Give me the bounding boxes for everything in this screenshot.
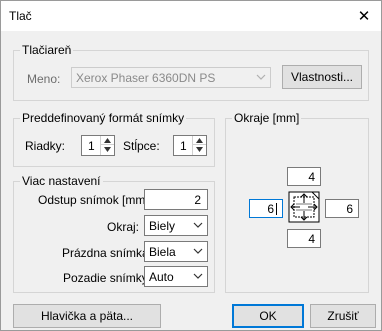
rows-spinbox[interactable]: 1	[81, 135, 115, 156]
spin-down-icon[interactable]	[101, 145, 114, 154]
rows-value: 1	[88, 139, 95, 153]
cols-spinbox[interactable]: 1	[173, 135, 207, 156]
empty-frame-combo[interactable]: Biela	[144, 241, 208, 262]
frame-background-label: Pozadie snímky:	[63, 271, 152, 285]
header-footer-button[interactable]: Hlavička a päta...	[13, 304, 161, 328]
printer-group-label: Tlačiareň	[20, 43, 74, 57]
cols-value: 1	[180, 139, 187, 153]
empty-frame-label: Prázdna snímka:	[62, 246, 153, 260]
margin-right-value: 6	[346, 202, 353, 216]
margin-right-input[interactable]: 6	[325, 199, 359, 218]
spin-up-icon[interactable]	[101, 136, 114, 145]
margin-left-input[interactable]: 6	[249, 199, 283, 218]
print-dialog: Tlač ✕ Tlačiareň Meno: Xerox Phaser 6360…	[0, 0, 382, 331]
margin-top-input[interactable]: 4	[287, 167, 321, 186]
cancel-button[interactable]: Zrušiť	[310, 304, 376, 328]
properties-button[interactable]: Vlastnosti...	[282, 65, 362, 89]
text-caret	[276, 203, 277, 215]
margin-bottom-value: 4	[308, 232, 315, 246]
margins-group-label: Okraje [mm]	[232, 111, 302, 125]
ok-button[interactable]: OK	[232, 304, 304, 328]
margin-left-value: 6	[267, 202, 274, 216]
frame-background-combo[interactable]: Auto	[144, 266, 208, 287]
cols-label: Stĺpce:	[123, 139, 160, 153]
spacing-value: 2	[194, 193, 201, 207]
page-margins-preview-icon	[288, 191, 320, 223]
spin-down-icon[interactable]	[193, 145, 206, 154]
predefined-format-group-label: Preddefinovaný formát snímky	[20, 111, 187, 125]
chevron-down-icon	[193, 273, 203, 279]
spacing-input[interactable]: 2	[144, 189, 208, 210]
printer-name-combo[interactable]: Xerox Phaser 6360DN PS	[71, 67, 271, 88]
rows-label: Riadky:	[25, 139, 66, 153]
spacing-label: Odstup snímok [mm]:	[38, 193, 153, 207]
title-bar: Tlač ✕	[1, 1, 381, 31]
border-value: Biely	[149, 219, 176, 233]
border-combo[interactable]: Biely	[144, 215, 208, 236]
frame-background-value: Auto	[149, 270, 174, 284]
printer-name-label: Meno:	[27, 72, 61, 86]
margin-top-value: 4	[308, 170, 315, 184]
close-icon[interactable]: ✕	[349, 1, 379, 31]
border-label: Okraj:	[107, 220, 140, 234]
cols-spinner[interactable]	[192, 136, 206, 155]
spin-up-icon[interactable]	[193, 136, 206, 145]
chevron-down-icon	[193, 248, 203, 254]
rows-spinner[interactable]	[100, 136, 114, 155]
margin-bottom-input[interactable]: 4	[287, 229, 321, 248]
more-settings-group-label: Viac nastavení	[20, 174, 103, 188]
empty-frame-value: Biela	[149, 245, 176, 259]
window-title: Tlač	[9, 9, 32, 23]
printer-name-value: Xerox Phaser 6360DN PS	[76, 71, 216, 85]
chevron-down-icon	[256, 74, 266, 80]
chevron-down-icon	[193, 222, 203, 228]
